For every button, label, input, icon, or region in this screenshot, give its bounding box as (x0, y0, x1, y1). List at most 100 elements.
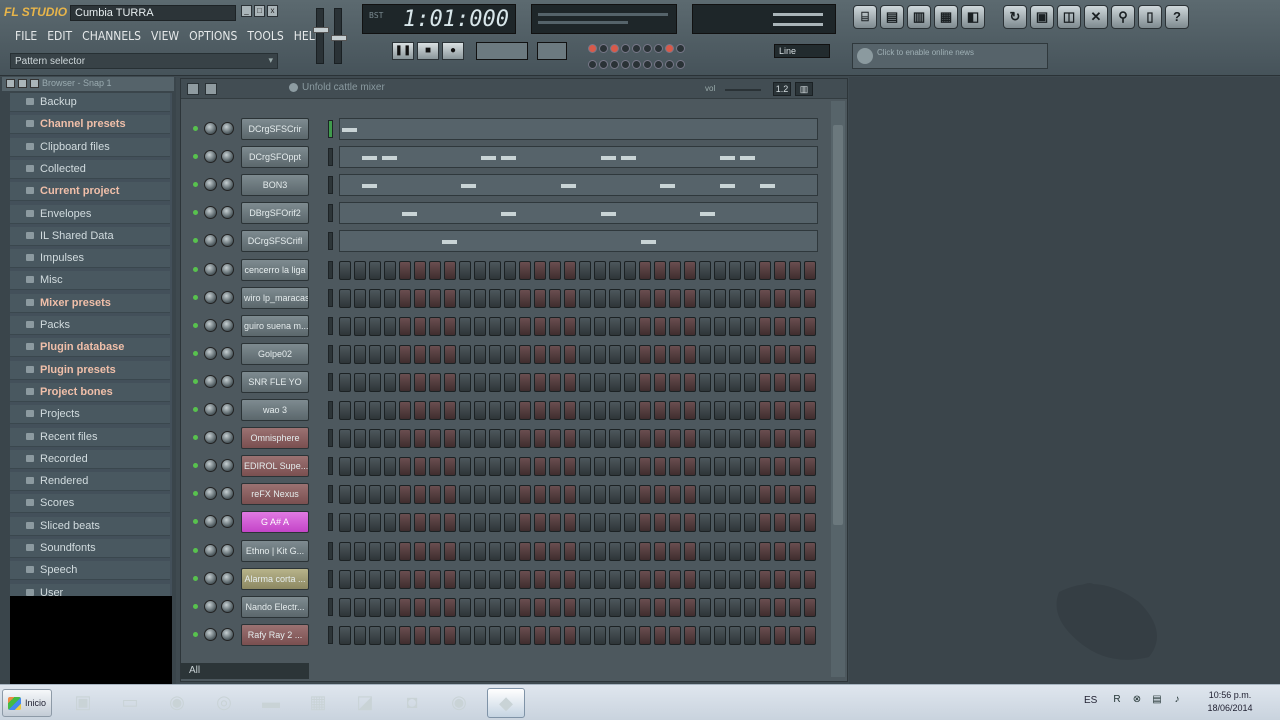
step-button[interactable] (714, 401, 726, 420)
step-button[interactable] (594, 485, 606, 505)
step-button[interactable] (744, 485, 756, 505)
step-button[interactable] (804, 288, 816, 308)
step-button[interactable] (339, 485, 351, 505)
channel-mute-led[interactable] (193, 547, 198, 553)
step-button[interactable] (669, 260, 681, 280)
step-button[interactable] (339, 541, 351, 561)
channel-mute-led[interactable] (193, 350, 198, 356)
camera-icon[interactable]: ◘ (393, 688, 431, 718)
step-button[interactable] (624, 513, 636, 533)
channel-select-indicator[interactable] (328, 204, 333, 223)
scroll-thumb[interactable] (833, 125, 843, 525)
step-button[interactable] (669, 569, 681, 589)
step-button[interactable] (369, 569, 381, 589)
channel-pan-knob[interactable] (204, 571, 217, 585)
channel-select-indicator[interactable] (328, 232, 333, 251)
step-button[interactable] (414, 288, 426, 308)
start-button[interactable]: Inicio (2, 689, 52, 717)
step-button[interactable] (369, 316, 381, 336)
step-button[interactable] (729, 513, 741, 533)
step-button[interactable] (759, 569, 771, 589)
browser-item[interactable]: Plugin database (10, 338, 170, 358)
step-button[interactable] (789, 401, 801, 420)
step-button[interactable] (579, 344, 591, 364)
step-button[interactable] (579, 569, 591, 589)
tray-warning-icon[interactable]: ⊗ (1130, 694, 1144, 708)
step-button[interactable] (444, 485, 456, 505)
step-button[interactable] (504, 597, 516, 617)
step-button[interactable] (654, 569, 666, 589)
step-button[interactable] (459, 429, 471, 449)
step-button[interactable] (684, 429, 696, 449)
step-button[interactable] (504, 288, 516, 308)
step-button[interactable] (804, 260, 816, 280)
step-button[interactable] (384, 597, 396, 617)
step-button[interactable] (579, 372, 591, 392)
step-button[interactable] (399, 513, 411, 533)
step-button[interactable] (339, 569, 351, 589)
channel-select-indicator[interactable] (328, 316, 333, 335)
playlist-icon[interactable]: ▦ (934, 5, 958, 29)
step-button[interactable] (399, 569, 411, 589)
step-button[interactable] (384, 344, 396, 364)
step-button[interactable] (399, 485, 411, 505)
step-button[interactable] (609, 260, 621, 280)
step-button[interactable] (489, 541, 501, 561)
step-button[interactable] (609, 344, 621, 364)
channel-select-indicator[interactable] (328, 457, 333, 476)
step-button[interactable] (549, 569, 561, 589)
step-button[interactable] (519, 260, 531, 280)
step-button[interactable] (639, 288, 651, 308)
save-icon[interactable]: ◫ (1057, 5, 1081, 29)
step-button[interactable] (624, 372, 636, 392)
step-button[interactable] (504, 457, 516, 477)
step-button[interactable] (354, 597, 366, 617)
channel-name-button[interactable]: Rafy Ray 2 ... (241, 623, 309, 646)
step-button[interactable] (654, 260, 666, 280)
step-button[interactable] (654, 401, 666, 420)
step-button[interactable] (504, 513, 516, 533)
step-button[interactable] (714, 485, 726, 505)
browser-item[interactable]: Packs (10, 316, 170, 335)
step-button[interactable] (699, 316, 711, 336)
channel-select-indicator[interactable] (328, 541, 333, 560)
step-button[interactable] (489, 429, 501, 449)
step-button[interactable] (444, 316, 456, 336)
step-button[interactable] (714, 625, 726, 645)
step-button[interactable] (594, 288, 606, 308)
step-button[interactable] (699, 372, 711, 392)
step-button[interactable] (384, 541, 396, 561)
step-button[interactable] (744, 625, 756, 645)
folder-icon[interactable]: ▭ (111, 688, 149, 718)
browser-item[interactable]: Rendered (10, 472, 170, 492)
step-button[interactable] (534, 260, 546, 280)
step-button[interactable] (699, 485, 711, 505)
step-button[interactable] (654, 485, 666, 505)
channel-name-button[interactable]: G A# A (241, 511, 309, 534)
rack-view-steps-button[interactable]: 1.2 (773, 82, 791, 96)
tempo-display[interactable] (476, 42, 528, 60)
step-button[interactable] (474, 260, 486, 280)
step-button[interactable] (639, 541, 651, 561)
step-button[interactable] (684, 541, 696, 561)
step-button[interactable] (699, 429, 711, 449)
step-button[interactable] (744, 372, 756, 392)
step-button[interactable] (384, 429, 396, 449)
step-button[interactable] (729, 401, 741, 420)
step-button[interactable] (459, 513, 471, 533)
step-button[interactable] (579, 457, 591, 477)
step-button[interactable] (684, 457, 696, 477)
step-button[interactable] (414, 485, 426, 505)
step-button[interactable] (474, 485, 486, 505)
channel-pan-knob[interactable] (204, 403, 217, 416)
channel-pan-knob[interactable] (204, 431, 217, 445)
step-button[interactable] (519, 597, 531, 617)
step-button[interactable] (609, 316, 621, 336)
channel-select-indicator[interactable] (328, 288, 333, 307)
step-button[interactable] (639, 344, 651, 364)
step-button[interactable] (384, 288, 396, 308)
step-button[interactable] (609, 288, 621, 308)
menu-tools[interactable]: TOOLS (242, 29, 288, 46)
step-button[interactable] (459, 260, 471, 280)
channel-mute-led[interactable] (193, 519, 198, 525)
